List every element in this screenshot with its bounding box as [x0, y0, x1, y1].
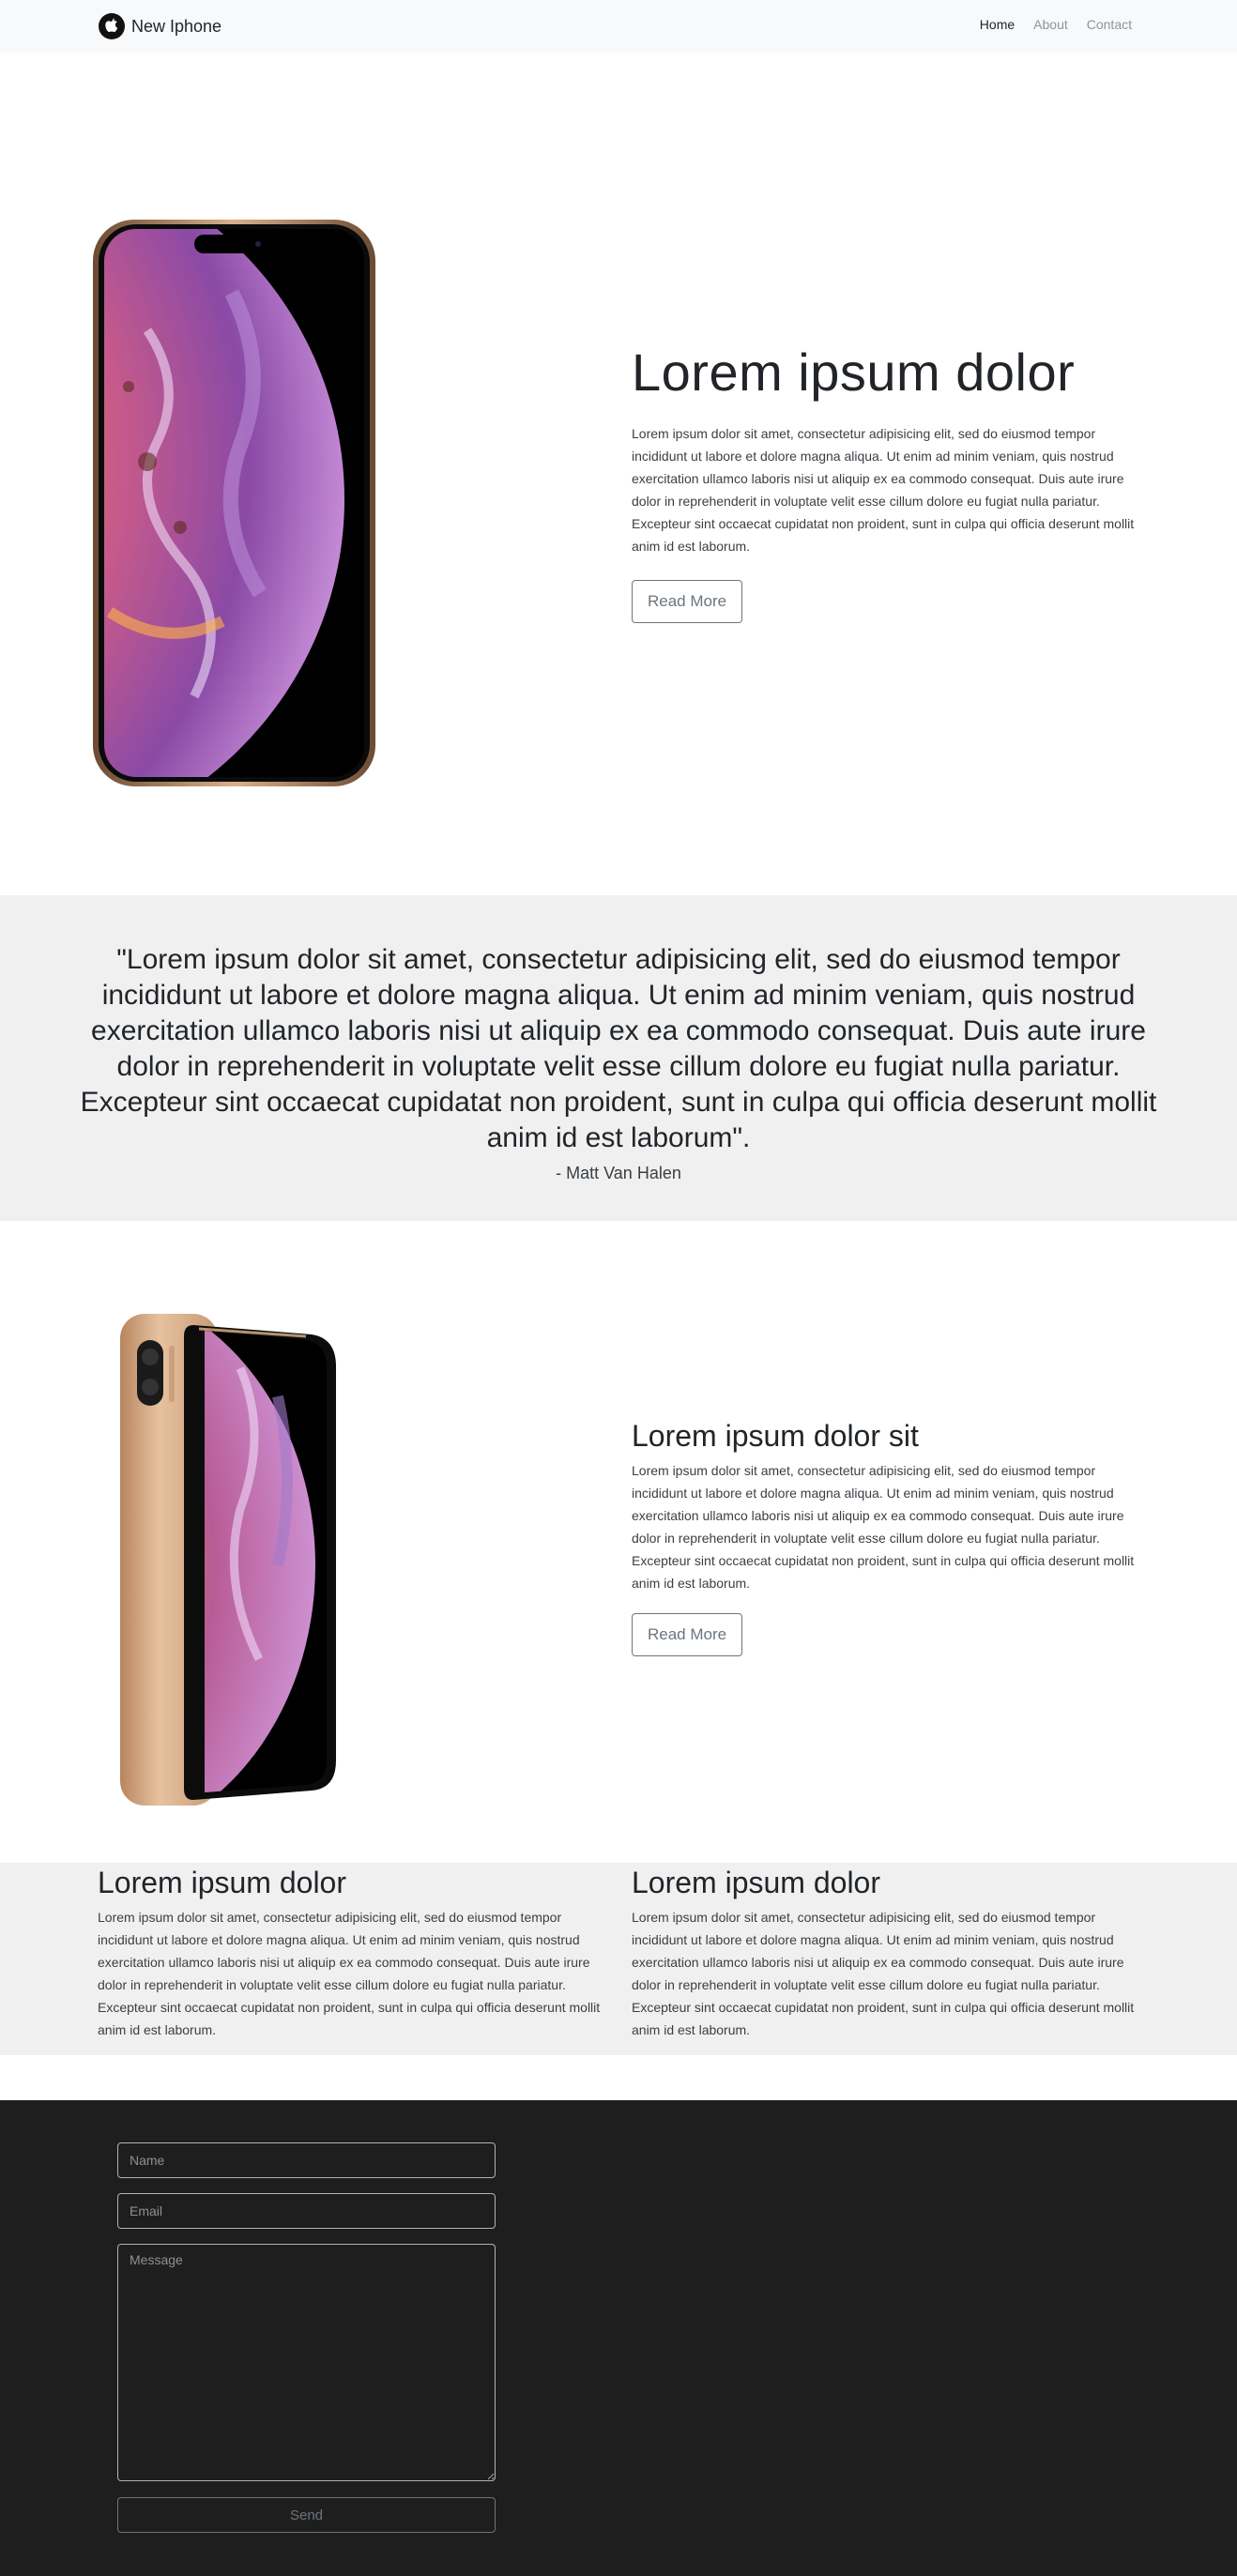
column-right: Lorem ipsum dolor Lorem ipsum dolor sit …	[632, 1863, 1138, 2041]
nav-links: Home About Contact	[980, 17, 1132, 32]
brand-name: New Iphone	[131, 16, 222, 36]
send-button[interactable]: Send	[117, 2497, 496, 2533]
quote-section: "Lorem ipsum dolor sit amet, consectetur…	[0, 895, 1237, 1221]
quote-author: - Matt Van Halen	[556, 1164, 681, 1182]
brand[interactable]: New Iphone	[98, 12, 221, 40]
iphone-angled-image	[120, 1314, 336, 1806]
nav-link-home[interactable]: Home	[980, 17, 1015, 32]
email-field[interactable]	[117, 2193, 496, 2229]
column-title: Lorem ipsum dolor	[632, 1866, 880, 1899]
column-left: Lorem ipsum dolor Lorem ipsum dolor sit …	[98, 1863, 604, 2041]
apple-logo-icon	[99, 13, 125, 39]
nav-link-contact[interactable]: Contact	[1087, 17, 1132, 32]
contact-footer: Send	[0, 2100, 1237, 2576]
feature-title: Lorem ipsum dolor sit	[632, 1419, 919, 1453]
two-column-section: Lorem ipsum dolor Lorem ipsum dolor sit …	[0, 1863, 1237, 2055]
hero-title: Lorem ipsum dolor	[632, 343, 1076, 402]
navbar: New Iphone Home About Contact	[0, 0, 1237, 53]
column-body: Lorem ipsum dolor sit amet, consectetur …	[632, 1910, 1135, 2037]
feature-content: Lorem ipsum dolor sit Lorem ipsum dolor …	[632, 1418, 1138, 1657]
name-field[interactable]	[117, 2142, 496, 2178]
feature-read-more-button[interactable]: Read More	[632, 1613, 743, 1657]
nav-link-about[interactable]: About	[1033, 17, 1068, 32]
hero-body: Lorem ipsum dolor sit amet, consectetur …	[632, 425, 1135, 554]
column-body: Lorem ipsum dolor sit amet, consectetur …	[98, 1910, 601, 2037]
hero-content: Lorem ipsum dolor Lorem ipsum dolor sit …	[632, 343, 1138, 623]
message-field[interactable]	[117, 2244, 496, 2481]
quote-text: "Lorem ipsum dolor sit amet, consectetur…	[80, 944, 1157, 1153]
feature-body: Lorem ipsum dolor sit amet, consectetur …	[632, 1463, 1135, 1592]
hero-read-more-button[interactable]: Read More	[632, 579, 743, 623]
column-title: Lorem ipsum dolor	[98, 1866, 346, 1899]
iphone-front-image	[93, 220, 375, 786]
